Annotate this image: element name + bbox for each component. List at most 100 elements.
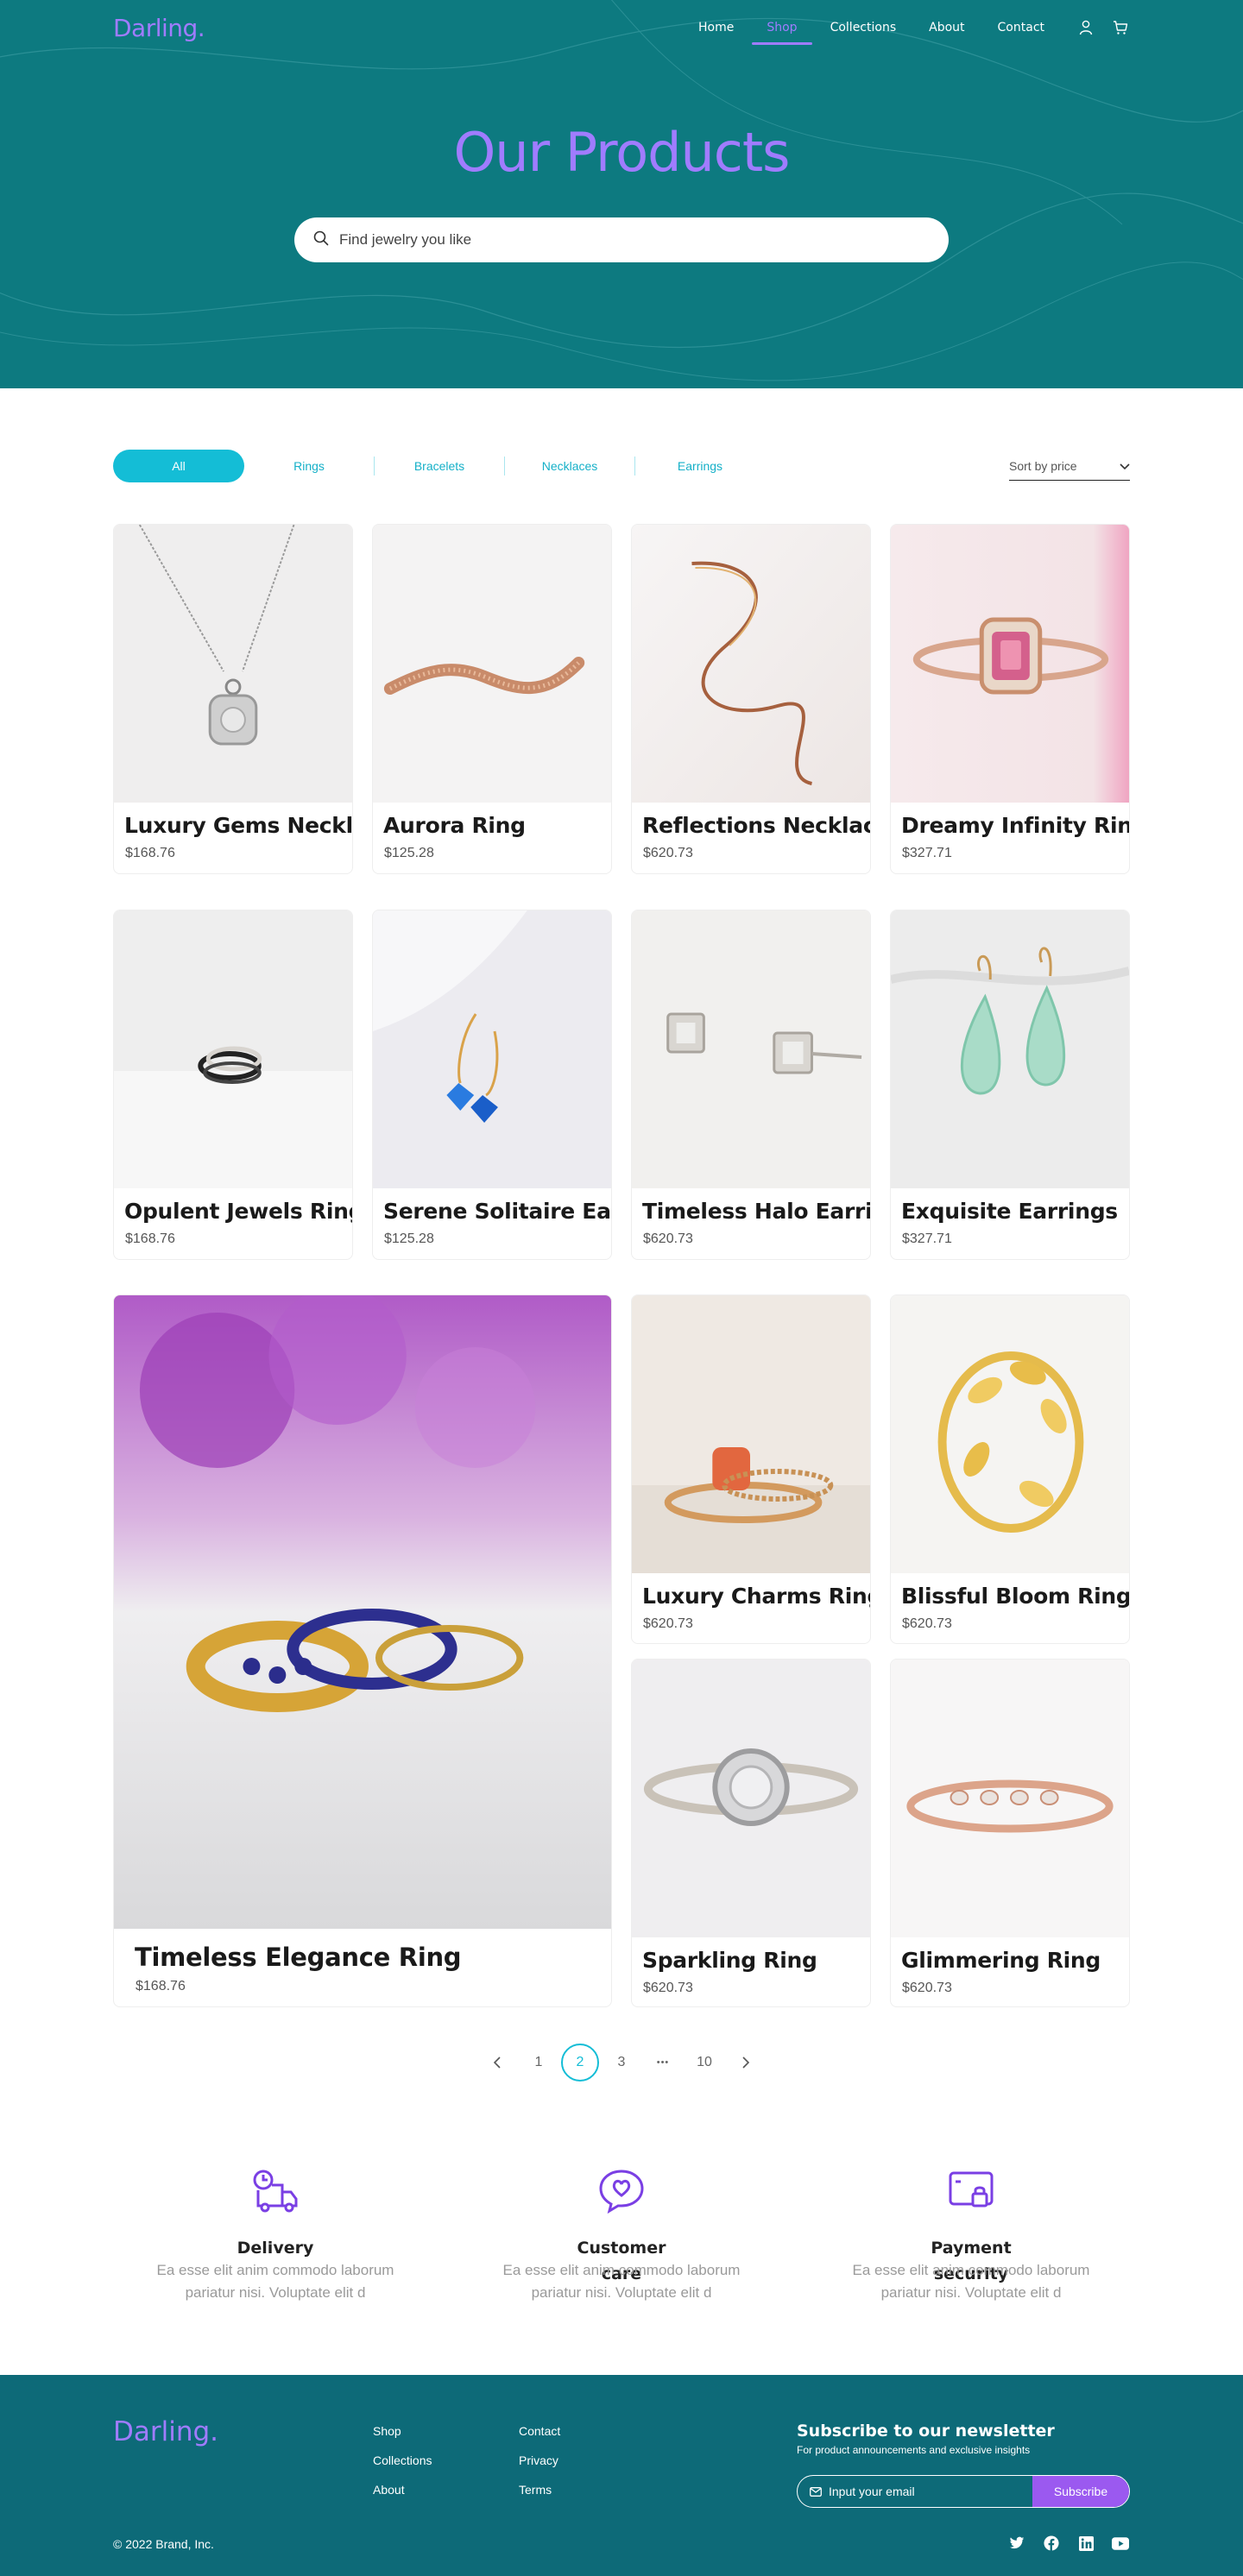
filter-all[interactable]: All <box>113 450 244 482</box>
featured-product-card[interactable]: Timeless Elegance Ring $168.76 <box>113 1294 612 2007</box>
footer-link-shop[interactable]: Shop <box>373 2416 432 2446</box>
email-field-wrapper[interactable] <box>798 2476 1032 2507</box>
product-card[interactable]: Luxury Gems Necklace $168.76 <box>113 524 353 874</box>
footer-link-terms[interactable]: Terms <box>519 2475 560 2504</box>
product-price: $168.76 <box>125 1231 175 1246</box>
product-image-solitaire-earrings <box>373 910 611 1188</box>
product-price: $125.28 <box>384 1231 434 1246</box>
newsletter-subtitle: For product announcements and exclusive … <box>797 2444 1031 2456</box>
nav-links: Home Shop Collections About Contact <box>682 12 1130 45</box>
product-name: Luxury Charms Ring <box>642 1584 870 1609</box>
product-card[interactable]: Aurora Ring $125.28 <box>372 524 612 874</box>
brand-logo[interactable]: Darling. <box>113 14 205 42</box>
product-image-glimmering-ring <box>891 1660 1129 1937</box>
product-image-halo-earrings <box>632 910 870 1188</box>
footer-link-privacy[interactable]: Privacy <box>519 2446 560 2475</box>
page-2-button[interactable]: 2 <box>561 2044 599 2082</box>
site-footer: Darling. Shop Collections About Contact … <box>0 2375 1243 2576</box>
product-name: Aurora Ring <box>383 813 526 838</box>
product-card[interactable]: Serene Solitaire Earrings $125.28 <box>372 910 612 1260</box>
filter-bracelets[interactable]: Bracelets <box>375 459 504 473</box>
filter-necklaces[interactable]: Necklaces <box>505 459 634 473</box>
chevron-down-icon <box>1120 459 1130 473</box>
product-card[interactable]: Exquisite Earrings $327.71 <box>890 910 1130 1260</box>
footer-links-col-2: Contact Privacy Terms <box>519 2416 560 2504</box>
product-image-exquisite-earrings <box>891 910 1129 1188</box>
product-image-aurora-ring <box>373 525 611 803</box>
feature-title: Delivery <box>237 2239 314 2258</box>
product-card[interactable]: Timeless Halo Earrings $620.73 <box>631 910 871 1260</box>
newsletter-signup: Subscribe to our newsletter For product … <box>797 2422 1130 2508</box>
sort-dropdown[interactable]: Sort by price <box>1009 451 1130 481</box>
twitter-icon[interactable] <box>1007 2534 1026 2553</box>
nav-link-collections[interactable]: Collections <box>814 12 913 43</box>
feature-customer-care: Customer care Ea esse elit anim commodo … <box>492 2168 751 2301</box>
product-image-reflections-necklace <box>632 525 870 803</box>
page-1-button[interactable]: 1 <box>520 2044 558 2082</box>
page-10-button[interactable]: 10 <box>685 2044 723 2082</box>
product-image-infinity-ring <box>891 525 1129 803</box>
product-card[interactable]: Reflections Necklace $620.73 <box>631 524 871 874</box>
product-card[interactable]: Luxury Charms Ring $620.73 <box>631 1294 871 1644</box>
cart-icon[interactable] <box>1111 18 1130 37</box>
mail-icon <box>810 2486 822 2497</box>
user-icon[interactable] <box>1076 18 1095 37</box>
product-card[interactable]: Sparkling Ring $620.73 <box>631 1659 871 2007</box>
product-card[interactable]: Glimmering Ring $620.73 <box>890 1659 1130 2007</box>
chevron-left-icon <box>493 2056 501 2069</box>
search-bar[interactable] <box>294 217 949 262</box>
product-name: Timeless Elegance Ring <box>135 1943 462 1972</box>
social-links <box>992 2534 1130 2553</box>
email-input[interactable] <box>829 2485 1019 2498</box>
footer-brand-logo[interactable]: Darling. <box>113 2416 218 2447</box>
nav-link-shop[interactable]: Shop <box>750 12 813 45</box>
subscribe-button[interactable]: Subscribe <box>1032 2476 1129 2507</box>
page-title: Our Products <box>453 121 790 184</box>
product-image-necklace <box>114 525 352 803</box>
facebook-icon[interactable] <box>1042 2534 1061 2553</box>
product-image-opulent-ring <box>114 910 352 1188</box>
chevron-right-icon <box>742 2056 750 2069</box>
hero-section: Darling. Home Shop Collections About Con… <box>0 0 1243 388</box>
product-price: $168.76 <box>136 1979 186 1993</box>
nav-link-home[interactable]: Home <box>682 12 750 43</box>
copyright-text: © 2022 Brand, Inc. <box>113 2537 214 2551</box>
page-3-button[interactable]: 3 <box>603 2044 640 2082</box>
product-card[interactable]: Blissful Bloom Ring $620.73 <box>890 1294 1130 1644</box>
product-card[interactable]: Dreamy Infinity Ring $327.71 <box>890 524 1130 874</box>
product-price: $125.28 <box>384 846 434 860</box>
page-ellipsis: ••• <box>656 2057 670 2068</box>
footer-link-collections[interactable]: Collections <box>373 2446 432 2475</box>
next-page-button[interactable] <box>727 2044 765 2082</box>
footer-link-contact[interactable]: Contact <box>519 2416 560 2446</box>
product-price: $327.71 <box>902 846 952 860</box>
product-name: Dreamy Infinity Ring <box>901 813 1129 838</box>
prev-page-button[interactable] <box>478 2044 516 2082</box>
product-card[interactable]: Opulent Jewels Ring $168.76 <box>113 910 353 1260</box>
category-filters: All Rings Bracelets Necklaces Earrings S… <box>113 450 1130 482</box>
youtube-icon[interactable] <box>1111 2534 1130 2553</box>
footer-link-about[interactable]: About <box>373 2475 432 2504</box>
nav-link-contact[interactable]: Contact <box>981 12 1061 43</box>
product-name: Luxury Gems Necklace <box>124 813 352 838</box>
filter-rings[interactable]: Rings <box>244 459 374 473</box>
product-price: $620.73 <box>643 1616 693 1631</box>
nav-link-about[interactable]: About <box>912 12 981 43</box>
feature-description: Ea esse elit anim commodo laborum pariat… <box>156 2262 394 2301</box>
search-input[interactable] <box>339 231 909 249</box>
product-name: Sparkling Ring <box>642 1948 817 1973</box>
product-name: Timeless Halo Earrings <box>642 1199 870 1224</box>
search-icon <box>313 230 329 249</box>
sort-label: Sort by price <box>1009 458 1077 473</box>
feature-description: Ea esse elit anim commodo laborum pariat… <box>502 2262 741 2301</box>
product-image-elegance-ring <box>114 1295 611 1929</box>
product-name: Opulent Jewels Ring <box>124 1199 352 1224</box>
newsletter-form: Subscribe <box>797 2475 1130 2508</box>
product-price: $620.73 <box>643 1231 693 1246</box>
feature-description: Ea esse elit anim commodo laborum pariat… <box>852 2262 1090 2301</box>
product-image-bloom-ring <box>891 1295 1129 1573</box>
feature-delivery: Delivery Ea esse elit anim commodo labor… <box>146 2168 405 2301</box>
linkedin-icon[interactable] <box>1076 2534 1095 2553</box>
newsletter-title: Subscribe to our newsletter <box>797 2422 1055 2441</box>
filter-earrings[interactable]: Earrings <box>635 459 765 473</box>
